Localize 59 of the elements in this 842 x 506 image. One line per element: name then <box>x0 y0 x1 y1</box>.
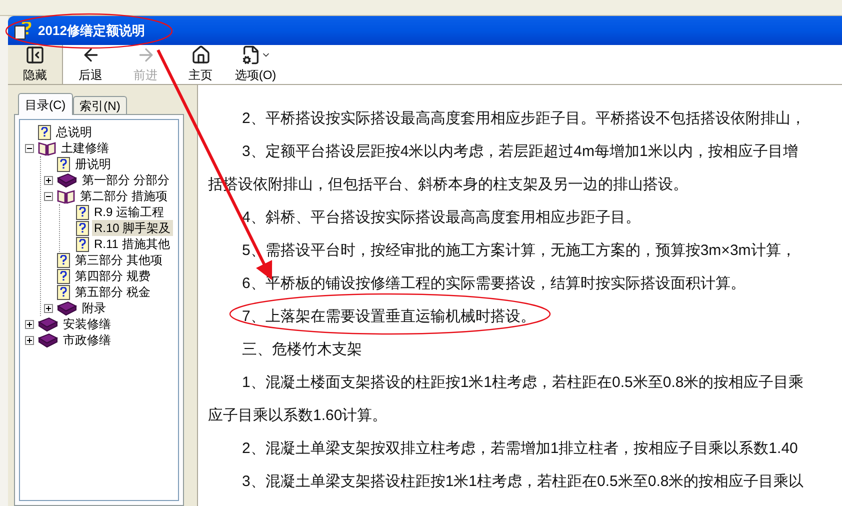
expand-toggle[interactable] <box>25 144 34 152</box>
paragraph-line: 3、混凝土单梁支架搭设柱距按1米1柱考虑，若柱距在0.5米至0.8米的按相应子目乘以 <box>242 472 804 490</box>
help-page-icon <box>76 220 89 236</box>
plus-icon <box>26 336 33 344</box>
window-title: 2012修缮定额说明 <box>38 22 145 40</box>
tab[interactable]: 索引(N) <box>72 96 128 115</box>
tree-item[interactable]: R.10 脚手架及 <box>92 220 173 236</box>
paragraph-line: 3、定额平台搭设层距按4米以内考虑，若层距超过4m每增加1米以内，按相应子目增 <box>242 142 798 160</box>
help-page-icon <box>57 268 70 284</box>
expand-toggle[interactable] <box>25 320 34 328</box>
book-icon <box>57 172 77 188</box>
help-page-icon <box>76 236 89 252</box>
tree-item[interactable]: R.9 运输工程 <box>92 204 166 220</box>
help-page-icon <box>57 284 70 300</box>
tree-item[interactable]: 第五部分 税金 <box>73 284 152 300</box>
open-book-icon <box>38 140 56 156</box>
tab[interactable]: 目录(C) <box>18 93 73 115</box>
tree-item[interactable]: 土建修缮 <box>59 140 111 156</box>
panel-icon <box>24 45 46 65</box>
expand-toggle[interactable] <box>44 176 53 184</box>
help-page-icon <box>57 156 70 172</box>
tree-item[interactable]: 市政修缮 <box>61 332 113 348</box>
expand-toggle[interactable] <box>25 336 34 344</box>
tree-item[interactable]: 附录 <box>80 300 108 316</box>
toolbar-button[interactable]: 主页 <box>173 45 228 84</box>
home-icon <box>190 45 212 65</box>
tree-item[interactable]: 第四部分 规费 <box>73 268 152 284</box>
plus-icon <box>45 304 52 312</box>
tree-item[interactable]: 安装修缮 <box>61 316 113 332</box>
paragraph-line: 应子目乘以系数1.60计算。 <box>208 406 388 424</box>
tree-item[interactable]: 总说明 <box>54 124 94 140</box>
book-icon <box>38 316 58 332</box>
help-page-icon <box>38 124 51 140</box>
help-document-icon <box>14 22 32 40</box>
tree-item[interactable]: 第三部分 其他项 <box>73 252 164 268</box>
toolbar-button[interactable]: 隐藏 <box>8 45 63 84</box>
paragraph-line: 2、混凝土单梁支架按双排立柱考虑，若需增加1排立柱者，按相应子目乘以系数1.40 <box>242 440 798 458</box>
paragraph-line: 7、上落架在需要设置垂直运输机械时搭设。 <box>242 308 536 326</box>
tree-item[interactable]: 册说明 <box>73 156 113 172</box>
book-icon <box>57 300 77 316</box>
section-heading: 三、危楼竹木支架 <box>242 340 362 358</box>
tree-item[interactable]: 第二部分 措施项 <box>78 188 170 204</box>
paragraph-line: 2、平桥搭设按实际搭设最高高度套用相应步距子目。平桥搭设不包括搭设依附排山， <box>242 110 806 128</box>
toolbar-button[interactable]: 选项(O) <box>228 45 283 84</box>
plus-icon <box>45 176 52 184</box>
help-page-icon <box>76 204 89 220</box>
tree-item[interactable]: 第一部分 分部分 <box>80 172 172 188</box>
expand-toggle[interactable] <box>44 192 53 200</box>
paragraph-line: 1、混凝土楼面支架搭设的柱距按1米1柱考虑，若柱距在0.5米至0.8米的按相应子目乘 <box>242 374 804 392</box>
plus-icon <box>26 320 33 328</box>
document-gear-icon <box>240 45 270 65</box>
help-page-icon <box>57 252 70 268</box>
toolbar-button[interactable]: 后退 <box>63 45 118 84</box>
paragraph-line: 5、需搭设平台时，按经审批的施工方案计算，无施工方案的，预算按3m×3m计算， <box>242 242 796 260</box>
open-book-icon <box>57 188 75 204</box>
paragraph-line: 4、斜桥、平台搭设按实际搭设最高高度套用相应步距子目。 <box>242 208 640 226</box>
expand-toggle[interactable] <box>44 304 53 312</box>
tree-item[interactable]: R.11 措施其他 <box>92 236 172 252</box>
book-icon <box>38 332 58 348</box>
